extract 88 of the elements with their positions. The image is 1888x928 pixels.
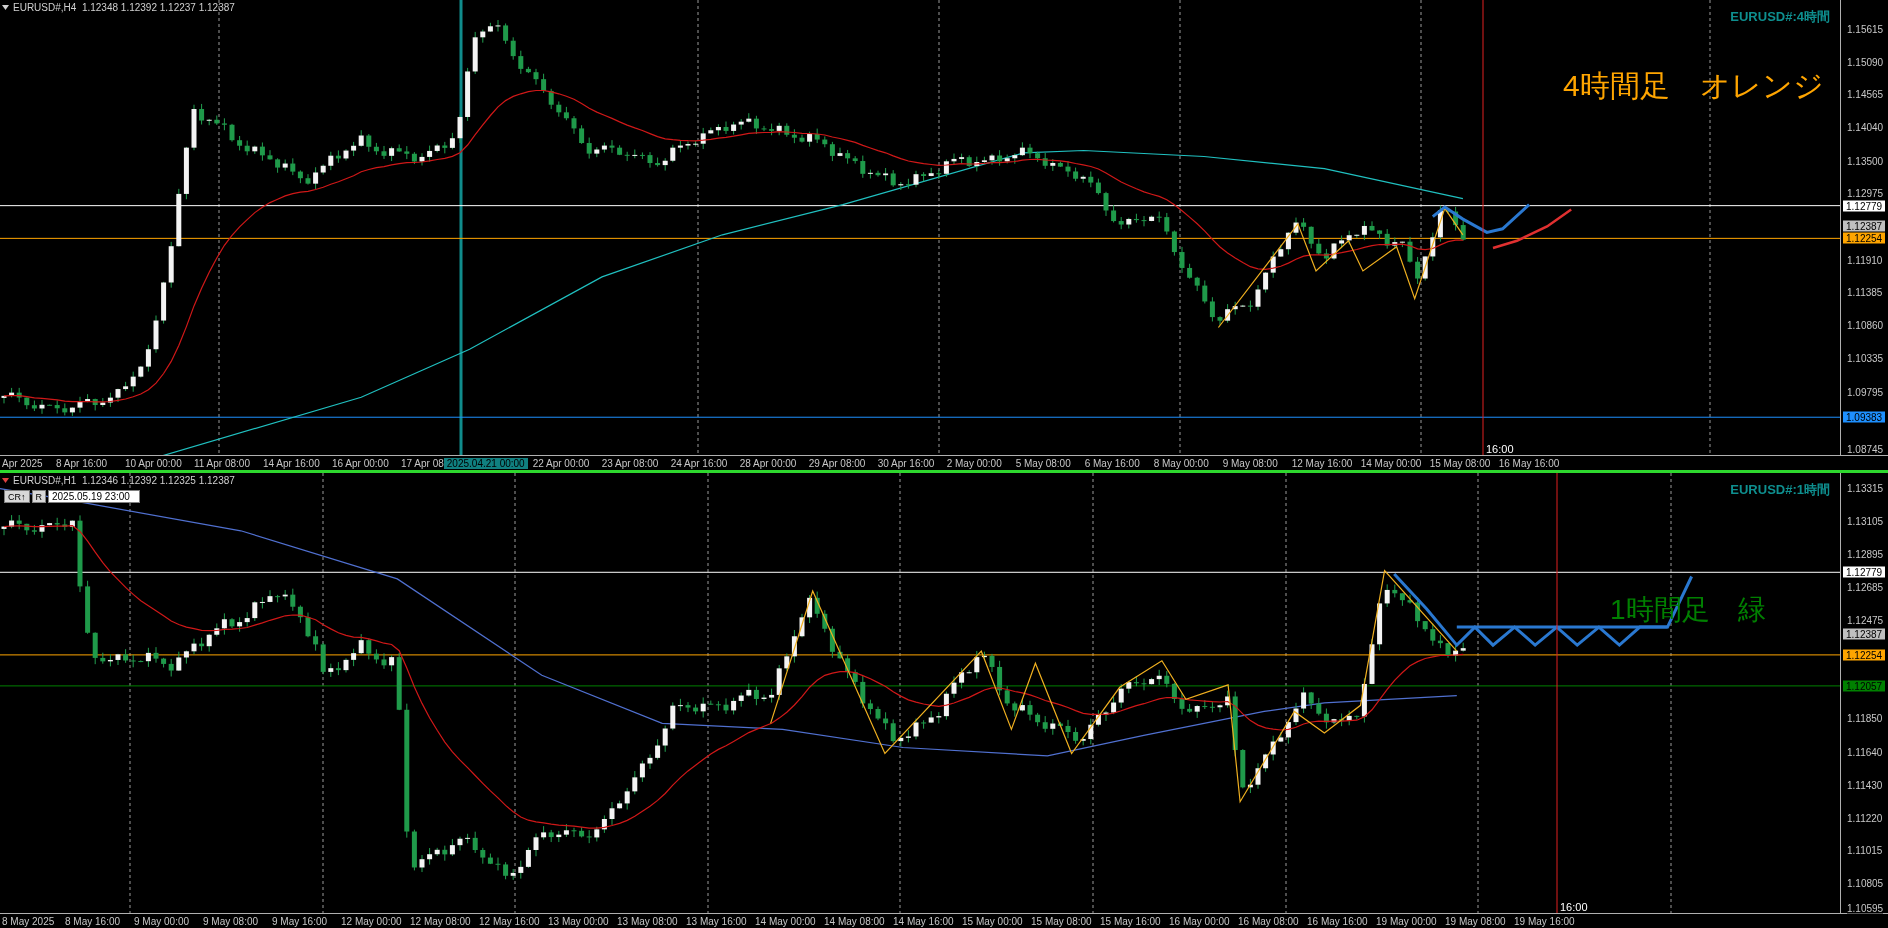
time-label: 15 May 08:00 [1428,457,1492,469]
time-label: 13 May 16:00 [685,915,748,927]
time-label: Apr 2025 [1,457,44,469]
time-label: 16 May 16:00 [1497,457,1561,469]
time-label: 8 May 00:00 [1152,457,1210,469]
chart-title: EURUSD#:4時間 [1730,8,1830,26]
time-label: 16 Apr 00:00 [331,457,390,469]
time-label: 12 May 16:00 [1290,457,1354,469]
time-label: 30 Apr 16:00 [876,457,936,469]
price-badge: 1.12779 [1843,566,1886,578]
price-badge: 1.12387 [1843,220,1886,232]
time-label: 17 Apr 08 [400,457,444,469]
time-label: 6 May 16:00 [1083,457,1141,469]
price-label: 1.13315 [1847,482,1884,494]
price-label: 1.11220 [1847,812,1883,824]
time-label: 14 May 16:00 [892,915,955,927]
price-label: 1.09795 [1847,386,1884,398]
toolbar-button[interactable]: R [31,490,46,503]
chart-header-text: EURUSD#,H1 1.12346 1.12392 1.12325 1.12387 [13,475,235,486]
chart-note: 4時間足 オレンジ [1563,68,1824,104]
time-label: 8 May 2025 [1,915,56,927]
time-label: 2 May 00:00 [945,457,1003,469]
time-label: 19 May 08:00 [1444,915,1507,927]
time-label: 13 May 00:00 [547,915,610,927]
price-label: 1.11015 [1847,844,1883,856]
price-label: 1.08745 [1847,443,1884,455]
price-label: 1.12895 [1847,548,1884,560]
time-label: 16 May 00:00 [1168,915,1231,927]
time-label: 15 May 08:00 [1030,915,1093,927]
time-label: 9 May 16:00 [271,915,329,927]
time-label: 8 May 16:00 [64,915,122,927]
price-label: 1.10860 [1847,319,1884,331]
time-label: 12 May 00:00 [340,915,403,927]
price-label: 1.15615 [1847,23,1884,35]
date-field[interactable]: 2025.05.19 23:00 [48,490,140,503]
time-label: 15 May 00:00 [961,915,1024,927]
price-label: 1.10595 [1847,902,1884,914]
time-label: 16 May 08:00 [1237,915,1300,927]
price-badge: 1.12387 [1843,628,1886,640]
price-badge: 1.12779 [1843,200,1886,212]
time-label: 19 May 16:00 [1513,915,1576,927]
time-label: 14 May 00:00 [1359,457,1423,469]
price-label: 1.11385 [1847,287,1883,298]
time-label: 9 May 08:00 [1221,457,1279,469]
chart-header-text: EURUSD#,H4 1.12348 1.12392 1.12237 1.12387 [13,2,235,13]
time-label: 23 Apr 08:00 [600,457,660,469]
time-label: 9 May 00:00 [133,915,191,927]
time-label: 22 Apr 00:00 [531,457,591,469]
time-label: 12 May 08:00 [409,915,472,927]
price-label: 1.10805 [1847,877,1884,889]
price-label: 1.11640 [1847,746,1883,757]
price-label: 1.14040 [1847,121,1884,133]
time-label: 28 Apr 00:00 [738,457,798,469]
time-label: 8 Apr 16:00 [55,457,109,469]
price-badge: 1.09383 [1843,411,1886,423]
time-label: 15 May 16:00 [1099,915,1162,927]
price-label: 1.12475 [1847,614,1884,626]
time-label: 24 Apr 16:00 [669,457,729,469]
time-label: 11 Apr 08:00 [193,457,251,469]
cursor-time-label: 16:00 [1485,443,1515,455]
time-label: 14 May 00:00 [754,915,817,927]
price-label: 1.15090 [1847,56,1884,68]
price-label: 1.12685 [1847,581,1884,593]
selected-time-badge: 2025.04.21 00:00 [443,457,528,469]
price-label: 1.11850 [1847,712,1883,724]
time-label: 9 May 08:00 [202,915,260,927]
price-label: 1.11910 [1847,254,1883,266]
time-label: 16 May 16:00 [1306,915,1369,927]
time-label: 13 May 08:00 [616,915,679,927]
time-label: 12 May 16:00 [478,915,541,927]
price-label: 1.14565 [1847,88,1884,100]
price-label: 1.11430 [1847,779,1883,791]
time-label: 14 May 08:00 [823,915,886,927]
time-label: 29 Apr 08:00 [807,457,867,469]
price-label: 1.13105 [1847,515,1884,527]
price-label: 1.10335 [1847,352,1884,364]
price-badge: 1.12057 [1843,680,1886,692]
price-label: 1.13500 [1847,155,1884,167]
time-label: 14 Apr 16:00 [262,457,321,469]
time-label: 5 May 08:00 [1014,457,1072,469]
price-badge: 1.12254 [1843,649,1886,661]
time-label: 10 Apr 00:00 [124,457,183,469]
time-label: 19 May 00:00 [1375,915,1438,927]
cursor-time-label: 16:00 [1559,901,1589,913]
price-label: 1.12975 [1847,187,1884,199]
toolbar-button[interactable]: CR↑ [4,490,30,503]
chart-title: EURUSD#:1時間 [1730,481,1830,499]
price-badge: 1.12254 [1843,232,1886,244]
